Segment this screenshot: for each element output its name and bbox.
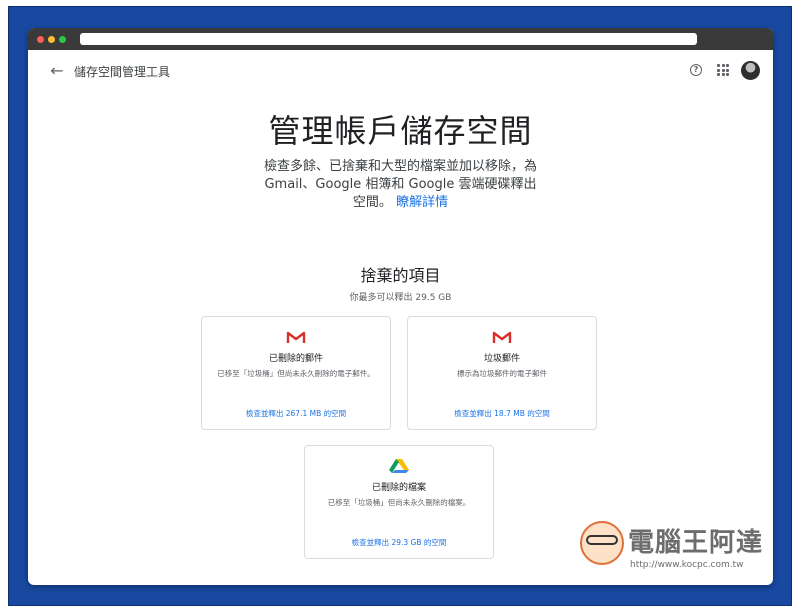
learn-more-link[interactable]: 瞭解詳情 [396,195,448,210]
google-drive-icon [389,459,409,473]
app-header: ← 儲存空間管理工具 ? [28,50,773,92]
minimize-window-button[interactable] [48,36,55,43]
review-free-space-link[interactable]: 檢查並釋出 267.1 MB 的空間 [202,408,390,419]
watermark-name: 電腦王阿達 [628,528,764,558]
card-description: 標示為垃圾郵件的電子郵件 [457,369,547,378]
avatar[interactable] [741,61,760,80]
back-arrow-icon[interactable]: ← [48,62,66,80]
maximize-window-button[interactable] [59,36,66,43]
gmail-icon [286,331,306,343]
browser-titlebar [28,28,773,50]
apps-grid-icon[interactable] [717,64,729,76]
card-deleted-files[interactable]: 已刪除的檔案 已移至「垃圾桶」但尚未永久刪除的檔案。 檢查並釋出 29.3 GB… [304,445,494,559]
review-free-space-link[interactable]: 檢查並釋出 18.7 MB 的空間 [408,408,596,419]
section-title: 捨棄的項目 [360,266,441,285]
help-icon[interactable]: ? [690,64,702,76]
section-subtitle: 你最多可以釋出 29.5 GB [349,293,452,303]
card-deleted-emails[interactable]: 已刪除的郵件 已移至「垃圾桶」但尚未永久刪除的電子郵件。 檢查並釋出 267.1… [201,316,391,430]
card-description: 已移至「垃圾桶」但尚未永久刪除的電子郵件。 [217,369,375,378]
card-title: 垃圾郵件 [483,354,520,364]
card-title: 已刪除的郵件 [268,354,323,364]
app-title: 儲存空間管理工具 [74,65,171,79]
address-bar[interactable] [80,33,697,45]
card-title: 已刪除的檔案 [371,483,426,493]
gmail-icon [492,331,512,343]
close-window-button[interactable] [37,36,44,43]
browser-window: ← 儲存空間管理工具 ? 管理帳戶儲存空間 檢查多餘、已捨棄和大型的檔案並加以移… [28,28,773,585]
watermark-logo: 電腦王阿達 http://www.kocpc.com.tw [580,518,790,578]
watermark-url: http://www.kocpc.com.tw [630,560,744,570]
card-description: 已移至「垃圾桶」但尚未永久刪除的檔案。 [327,498,471,507]
review-free-space-link[interactable]: 檢查並釋出 29.3 GB 的空間 [305,537,493,548]
card-spam-emails[interactable]: 垃圾郵件 標示為垃圾郵件的電子郵件 檢查並釋出 18.7 MB 的空間 [407,316,597,430]
mascot-icon [580,521,624,565]
page-description: 檢查多餘、已捨棄和大型的檔案並加以移除，為 Gmail、Google 相簿和 G… [260,158,541,212]
page-title: 管理帳戶儲存空間 [268,112,533,150]
